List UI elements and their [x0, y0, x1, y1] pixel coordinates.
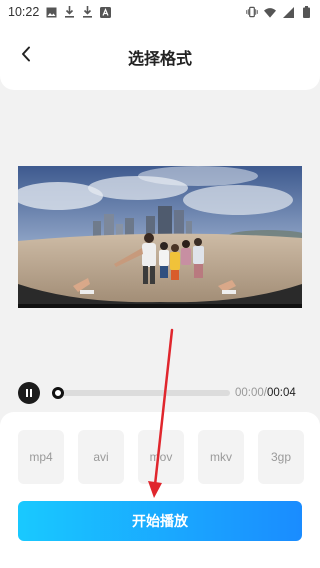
video-frame-image — [18, 166, 302, 308]
format-option-mp4[interactable]: mp4 — [18, 430, 64, 484]
time-readout: 00:00/00:04 — [235, 387, 296, 399]
pause-icon — [25, 389, 33, 397]
current-time: 00:00 — [235, 387, 264, 399]
signal-icon — [282, 6, 294, 18]
total-time: 00:04 — [266, 387, 296, 399]
format-option-avi[interactable]: avi — [78, 430, 124, 484]
format-option-3gp[interactable]: 3gp — [258, 430, 304, 484]
status-time: 10:22 — [8, 5, 40, 19]
video-preview[interactable] — [18, 166, 302, 308]
player-controls: 00:00/00:04 — [18, 382, 308, 404]
status-left: 10:22 — [8, 5, 111, 19]
pause-button[interactable] — [18, 382, 40, 404]
format-option-mkv[interactable]: mkv — [198, 430, 244, 484]
status-right — [246, 6, 312, 18]
download-icon — [63, 6, 75, 18]
progress-bar[interactable] — [52, 387, 230, 399]
wifi-icon — [264, 6, 276, 18]
format-sheet: mp4 avi mov mkv 3gp 开始播放 — [0, 412, 320, 568]
header: 选择格式 — [0, 24, 320, 90]
format-option-mov[interactable]: mov — [138, 430, 184, 484]
text-icon — [99, 6, 111, 18]
page-title: 选择格式 — [127, 49, 192, 68]
status-bar: 10:22 — [0, 0, 320, 24]
start-playback-button[interactable]: 开始播放 — [18, 501, 302, 541]
image-icon — [45, 6, 57, 18]
progress-thumb[interactable] — [52, 387, 64, 399]
battery-icon — [300, 6, 312, 18]
vibrate-icon — [246, 6, 258, 18]
download-icon — [81, 6, 93, 18]
format-options: mp4 avi mov mkv 3gp — [18, 430, 304, 484]
